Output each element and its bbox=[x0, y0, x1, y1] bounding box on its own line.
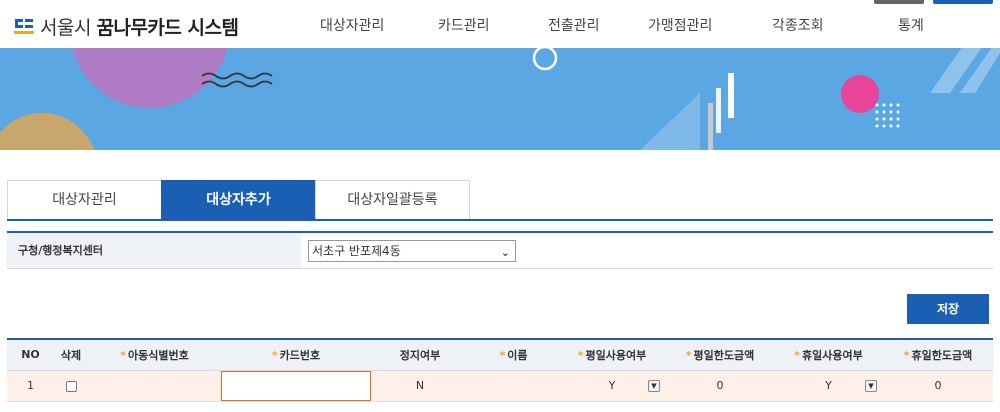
col-weekday-limit: * 평일한도금액 bbox=[666, 338, 774, 371]
nav-target-management[interactable]: 대상자관리 bbox=[320, 15, 384, 35]
cell-delete bbox=[54, 370, 88, 402]
weekday-use-value: Y bbox=[608, 379, 616, 392]
banner-illustration bbox=[0, 48, 1000, 150]
cell-suspended: N bbox=[371, 370, 469, 402]
col-holiday-use: * 휴일사용여부 bbox=[774, 338, 883, 371]
cell-child-id[interactable] bbox=[88, 370, 221, 402]
cell-card-no bbox=[221, 370, 371, 402]
card-number-input[interactable] bbox=[221, 370, 371, 401]
cell-name[interactable] bbox=[469, 370, 558, 402]
hero-banner bbox=[0, 48, 1000, 150]
cell-holiday-limit[interactable]: 0 bbox=[883, 370, 993, 402]
nav-statistics[interactable]: 통계 bbox=[898, 15, 924, 35]
col-delete: 삭제 bbox=[54, 338, 88, 371]
nav-merchant-management[interactable]: 가맹점관리 bbox=[648, 15, 712, 35]
col-no: NO bbox=[7, 338, 54, 371]
col-suspended: 정지여부 bbox=[371, 338, 469, 371]
holiday-use-value: Y bbox=[825, 379, 832, 392]
utility-button-blue[interactable] bbox=[933, 0, 993, 4]
tab-target-management[interactable]: 대상자관리 bbox=[7, 180, 162, 220]
col-card-no: * 카드번호 bbox=[221, 338, 371, 371]
chevron-down-icon: ⌄ bbox=[500, 246, 510, 259]
nav-inquiry[interactable]: 각종조회 bbox=[772, 15, 824, 35]
cell-weekday-use: Y ▼ bbox=[558, 370, 666, 402]
col-holiday-limit: * 휴일한도금액 bbox=[883, 338, 993, 371]
target-table: NO 삭제 * 아동식별번호 * 카드번호 정지여부 * 이름 * 평일사용여부 * 평일… bbox=[7, 338, 993, 402]
tab-bulk-register[interactable]: 대상자일괄등록 bbox=[315, 180, 470, 220]
tab-add-target[interactable]: 대상자추가 bbox=[161, 180, 316, 220]
seoul-logo-icon bbox=[14, 18, 34, 34]
sub-tabs: 대상자관리 대상자추가 대상자일괄등록 bbox=[7, 180, 470, 220]
utility-button-gray[interactable] bbox=[874, 0, 924, 4]
district-select[interactable]: 서초구 반포제4동 ⌄ bbox=[308, 240, 516, 262]
col-child-id: * 아동식별번호 bbox=[88, 338, 221, 371]
cell-weekday-limit[interactable]: 0 bbox=[666, 370, 774, 402]
district-select-value: 서초구 반포제4동 bbox=[312, 244, 401, 258]
site-logo[interactable]: 서울시 꿈나무카드 시스템 bbox=[12, 13, 239, 40]
holiday-use-dropdown[interactable]: ▼ bbox=[865, 379, 877, 392]
site-title: 서울시 꿈나무카드 시스템 bbox=[40, 17, 239, 39]
top-header: 서울시 꿈나무카드 시스템 대상자관리 카드관리 전출관리 가맹점관리 각종조회… bbox=[0, 0, 1000, 48]
cell-holiday-use: Y ▼ bbox=[774, 370, 883, 402]
delete-checkbox[interactable] bbox=[65, 380, 77, 392]
district-filter-row: 구청/행정복지센터 서초구 반포제4동 ⌄ bbox=[7, 231, 993, 269]
nav-card-management[interactable]: 카드관리 bbox=[438, 15, 490, 35]
district-filter-label: 구청/행정복지센터 bbox=[7, 233, 301, 268]
col-weekday-use: * 평일사용여부 bbox=[558, 338, 666, 371]
district-filter-cell: 서초구 반포제4동 ⌄ bbox=[301, 233, 516, 268]
tab-underline bbox=[7, 219, 993, 221]
weekday-use-dropdown[interactable]: ▼ bbox=[648, 379, 660, 392]
nav-transfer-management[interactable]: 전출관리 bbox=[548, 15, 600, 35]
save-button[interactable]: 저장 bbox=[907, 294, 989, 324]
table-header-row: NO 삭제 * 아동식별번호 * 카드번호 정지여부 * 이름 * 평일사용여부 * 평일… bbox=[7, 338, 993, 371]
table-row: 1 N Y ▼ 0 Y ▼ 0 bbox=[7, 370, 993, 402]
cell-no: 1 bbox=[7, 370, 54, 402]
col-name: * 이름 bbox=[469, 338, 558, 371]
